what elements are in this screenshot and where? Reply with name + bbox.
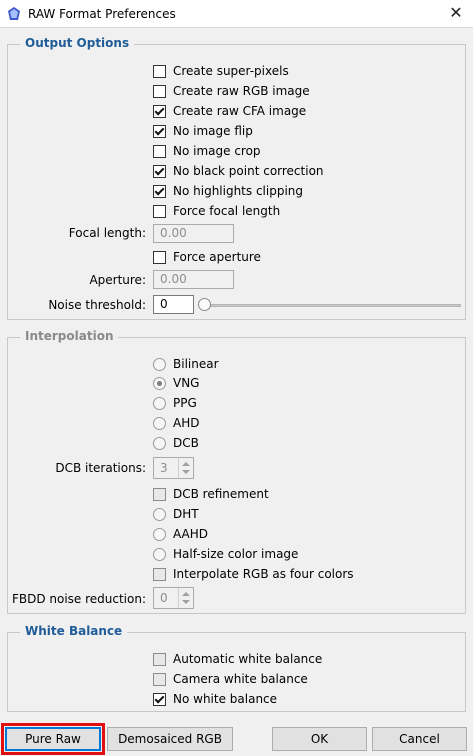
- close-icon[interactable]: ✕: [447, 4, 465, 22]
- chevron-up-icon[interactable]: [182, 462, 190, 466]
- spinbox-arrows[interactable]: [178, 588, 193, 608]
- app-logo-icon: [8, 7, 20, 20]
- highlight-box: [1, 723, 105, 755]
- no-black-point-checkbox[interactable]: No black point correction: [153, 162, 324, 180]
- radio-aahd[interactable]: AAHD: [153, 525, 208, 543]
- checkbox-box[interactable]: [153, 84, 166, 98]
- aperture-field[interactable]: 0.00: [153, 270, 234, 289]
- radio-button[interactable]: [153, 507, 166, 521]
- checkbox-box[interactable]: [153, 124, 166, 138]
- chevron-down-icon[interactable]: [182, 600, 190, 604]
- fbdd-spinbox[interactable]: 0: [153, 587, 194, 609]
- radio-button[interactable]: [153, 357, 166, 371]
- radio-button[interactable]: [153, 416, 166, 430]
- chevron-up-icon[interactable]: [182, 592, 190, 596]
- checkbox-label: Interpolate RGB as four colors: [173, 567, 354, 581]
- checkbox-box[interactable]: [153, 652, 166, 666]
- output-options-title: Output Options: [20, 36, 135, 50]
- checkbox-box[interactable]: [153, 104, 166, 118]
- checkbox-box[interactable]: [153, 64, 166, 78]
- radio-half-size[interactable]: Half-size color image: [153, 545, 298, 563]
- interpolation-title: Interpolation: [20, 329, 119, 343]
- spinbox-value: 3: [160, 461, 168, 475]
- radio-label: Bilinear: [173, 357, 219, 371]
- create-raw-rgb-checkbox[interactable]: Create raw RGB image: [153, 82, 310, 100]
- no-highlights-clipping-checkbox[interactable]: No highlights clipping: [153, 182, 303, 200]
- checkbox-box[interactable]: [153, 487, 166, 501]
- checkbox-box[interactable]: [153, 164, 166, 178]
- dcb-iterations-spinbox[interactable]: 3: [153, 457, 194, 479]
- checkbox-label: Camera white balance: [173, 672, 308, 686]
- noise-threshold-field[interactable]: 0: [153, 295, 194, 314]
- window-title: RAW Format Preferences: [28, 7, 176, 21]
- dcb-iterations-label: DCB iterations:: [55, 461, 146, 475]
- focal-length-field[interactable]: 0.00: [153, 224, 234, 243]
- radio-label: AAHD: [173, 527, 209, 541]
- checkbox-box[interactable]: [153, 672, 166, 686]
- auto-white-balance-checkbox[interactable]: Automatic white balance: [153, 650, 322, 668]
- checkbox-label: No highlights clipping: [173, 184, 304, 198]
- radio-button[interactable]: [153, 547, 166, 561]
- aperture-label: Aperture:: [89, 273, 146, 287]
- checkbox-label: No image flip: [173, 124, 253, 138]
- checkbox-label: DCB refinement: [173, 487, 269, 501]
- checkbox-label: No white balance: [173, 692, 278, 706]
- checkbox-label: Force focal length: [173, 204, 281, 218]
- spinbox-value: 0: [160, 591, 168, 605]
- radio-button[interactable]: [153, 396, 166, 410]
- radio-label: AHD: [173, 416, 200, 430]
- noise-threshold-slider-track[interactable]: [205, 304, 461, 307]
- checkbox-label: No image crop: [173, 144, 261, 158]
- cancel-button[interactable]: Cancel: [372, 727, 467, 751]
- checkbox-box[interactable]: [153, 144, 166, 158]
- radio-label: PPG: [173, 396, 197, 410]
- force-aperture-checkbox[interactable]: Force aperture: [153, 248, 261, 266]
- checkbox-label: Create raw CFA image: [173, 104, 307, 118]
- checkbox-label: Create raw RGB image: [173, 84, 310, 98]
- radio-label: VNG: [173, 376, 200, 390]
- title-bar: RAW Format Preferences ✕: [0, 0, 473, 28]
- focal-length-label: Focal length:: [68, 226, 146, 240]
- dcb-refinement-checkbox[interactable]: DCB refinement: [153, 485, 269, 503]
- checkbox-label: Automatic white balance: [173, 652, 323, 666]
- checkbox-label: No black point correction: [173, 164, 324, 178]
- create-raw-cfa-checkbox[interactable]: Create raw CFA image: [153, 102, 306, 120]
- camera-white-balance-checkbox[interactable]: Camera white balance: [153, 670, 308, 688]
- no-white-balance-checkbox[interactable]: No white balance: [153, 690, 277, 708]
- create-super-pixels-checkbox[interactable]: Create super-pixels: [153, 62, 289, 80]
- no-image-flip-checkbox[interactable]: No image flip: [153, 122, 253, 140]
- checkbox-box[interactable]: [153, 184, 166, 198]
- radio-vng[interactable]: VNG: [153, 374, 199, 392]
- radio-label: Half-size color image: [173, 547, 299, 561]
- radio-label: DHT: [173, 507, 199, 521]
- radio-button[interactable]: [153, 436, 166, 450]
- radio-ppg[interactable]: PPG: [153, 394, 197, 412]
- radio-bilinear[interactable]: Bilinear: [153, 355, 219, 373]
- spinbox-arrows[interactable]: [178, 458, 193, 478]
- radio-label: DCB: [173, 436, 199, 450]
- chevron-down-icon[interactable]: [182, 470, 190, 474]
- white-balance-title: White Balance: [20, 624, 128, 638]
- radio-dht[interactable]: DHT: [153, 505, 199, 523]
- force-focal-length-checkbox[interactable]: Force focal length: [153, 202, 280, 220]
- checkbox-box[interactable]: [153, 567, 166, 581]
- checkbox-box[interactable]: [153, 204, 166, 218]
- checkbox-label: Force aperture: [173, 250, 261, 264]
- fbdd-label: FBDD noise reduction:: [11, 592, 146, 606]
- demosaiced-rgb-button[interactable]: Demosaiced RGB: [107, 727, 233, 751]
- checkbox-box[interactable]: [153, 250, 166, 264]
- radio-button[interactable]: [153, 527, 166, 541]
- noise-threshold-slider-handle[interactable]: [198, 298, 211, 311]
- no-image-crop-checkbox[interactable]: No image crop: [153, 142, 261, 160]
- radio-ahd[interactable]: AHD: [153, 414, 199, 432]
- checkbox-box[interactable]: [153, 692, 166, 706]
- radio-dcb[interactable]: DCB: [153, 434, 199, 452]
- radio-button[interactable]: [153, 376, 166, 390]
- checkbox-label: Create super-pixels: [173, 64, 289, 78]
- ok-button[interactable]: OK: [272, 727, 367, 751]
- noise-threshold-label: Noise threshold:: [48, 298, 146, 312]
- interpolate-rgb-checkbox[interactable]: Interpolate RGB as four colors: [153, 565, 354, 583]
